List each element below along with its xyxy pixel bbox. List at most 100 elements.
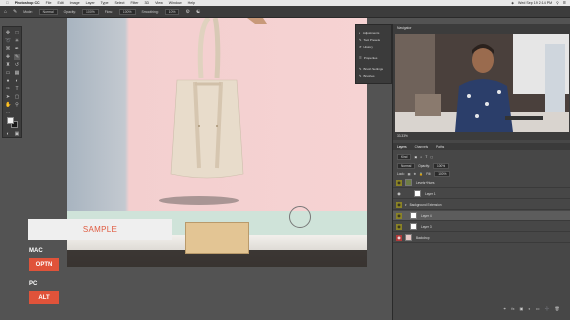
menu-window[interactable]: Window	[169, 1, 182, 5]
lock-pixels-icon[interactable]: ▦	[408, 172, 411, 176]
adjustment-layer-icon[interactable]: ◐	[528, 306, 530, 311]
folder-icon[interactable]: ▾	[405, 203, 407, 207]
navigator-tab[interactable]: Navigator	[397, 26, 412, 30]
layer-name: Levels+Hues	[416, 180, 435, 185]
layer-row[interactable]: ◉ Layer 1	[393, 189, 570, 199]
foreground-color-swatch[interactable]	[7, 117, 14, 124]
airbrush-icon[interactable]: ☯	[196, 9, 200, 15]
menu-edit[interactable]: Edit	[57, 1, 63, 5]
blend-row: Normal Opacity: 100%	[397, 163, 450, 169]
eye-icon[interactable]: ◉	[396, 223, 402, 230]
eyedropper-tool-icon[interactable]: ✒	[14, 46, 20, 52]
stamp-tool-icon[interactable]: ♜	[5, 62, 11, 68]
menu-icon[interactable]: ☰	[563, 1, 566, 5]
home-icon[interactable]: ⌂	[4, 9, 7, 15]
layer-row[interactable]: ◉ Backdrop	[393, 233, 570, 243]
lock-all-icon[interactable]: 🔒	[419, 172, 423, 176]
menu-view[interactable]: View	[155, 1, 163, 5]
panel-adjustments[interactable]: ◐ Adjustments	[359, 31, 379, 35]
menu-3d[interactable]: 3D	[144, 1, 149, 5]
crop-tool-icon[interactable]: ⌘	[5, 46, 11, 52]
shape-tool-icon[interactable]: ▢	[14, 94, 20, 100]
trash-icon[interactable]: 🗑	[554, 306, 559, 311]
link-layers-icon[interactable]: ⚭	[503, 306, 506, 311]
panel-properties[interactable]: ☰ Properties	[359, 56, 377, 60]
eraser-tool-icon[interactable]: ▭	[5, 70, 11, 76]
apple-icon[interactable]: 	[6, 1, 9, 5]
tab-channels[interactable]: Channels	[415, 145, 428, 149]
panel-tool-presets[interactable]: ✎ Tool Presets	[359, 38, 380, 42]
move-tool-icon[interactable]: ✥	[5, 30, 11, 36]
eye-icon[interactable]: ◉	[396, 234, 402, 241]
fill-field[interactable]: 100%	[434, 171, 451, 177]
layer-row-selected[interactable]: ◉ Layer 4	[393, 211, 570, 221]
fx-icon[interactable]: fx	[511, 306, 514, 311]
zoom-tool-icon[interactable]: ⚲	[14, 102, 20, 108]
lasso-tool-icon[interactable]: ➰	[5, 38, 11, 44]
menu-layer[interactable]: Layer	[86, 1, 95, 5]
search-icon[interactable]: ⚲	[556, 1, 559, 5]
panel-brush-settings[interactable]: ✎ Brush Settings	[359, 67, 383, 71]
menu-file[interactable]: File	[46, 1, 52, 5]
quick-mask-icon[interactable]: ◐	[5, 131, 11, 137]
type-tool-icon[interactable]: T	[14, 86, 20, 92]
panel-label: Adjustments	[362, 31, 380, 35]
add-mask-icon[interactable]: ▣	[519, 306, 523, 311]
brushes-icon: ✎	[359, 74, 362, 78]
more-tools-icon[interactable]: ⋯	[5, 110, 11, 116]
layer-group-row[interactable]: ◉ ▾ Background Extension	[393, 200, 570, 210]
opacity-label: Opacity:	[63, 9, 77, 14]
tab-layers[interactable]: Layers	[397, 145, 407, 149]
menu-app[interactable]: Photoshop CC	[15, 1, 40, 5]
hand-tool-icon[interactable]: ✋	[5, 102, 11, 108]
smoothing-field[interactable]: 10%	[164, 8, 180, 15]
eye-icon[interactable]: ◉	[396, 179, 402, 186]
layer-row[interactable]: ◉ Levels+Hues	[393, 178, 570, 188]
menu-help[interactable]: Help	[188, 1, 195, 5]
flow-field[interactable]: 100%	[118, 8, 136, 15]
menu-image[interactable]: Image	[70, 1, 80, 5]
eye-icon[interactable]: ◉	[396, 191, 402, 197]
filter-type-icon[interactable]: T	[425, 155, 427, 159]
new-layer-icon[interactable]: ➕	[544, 306, 549, 311]
panel-history[interactable]: ↺ History	[359, 45, 373, 49]
layer-name: Backdrop	[416, 235, 430, 240]
panel-brushes[interactable]: ✎ Brushes	[359, 74, 375, 78]
brush-preset-icon[interactable]: ✎	[13, 9, 17, 15]
layer-opacity-field[interactable]: 100%	[432, 163, 450, 169]
layer-filter-row: Kind ▣ ◐ T ▢	[397, 154, 433, 160]
menu-select[interactable]: Select	[114, 1, 124, 5]
brush-tool-icon[interactable]: ✎	[14, 54, 20, 60]
path-select-tool-icon[interactable]: ➤	[5, 94, 11, 100]
menu-type[interactable]: Type	[101, 1, 109, 5]
marquee-tool-icon[interactable]: □	[14, 30, 20, 36]
wifi-icon[interactable]: ◈	[511, 1, 514, 5]
menu-filter[interactable]: Filter	[130, 1, 138, 5]
opacity-field[interactable]: 100%	[82, 8, 99, 15]
blend-mode-select[interactable]: Normal	[397, 163, 416, 169]
filter-adjust-icon[interactable]: ◐	[420, 155, 422, 159]
history-brush-icon[interactable]: ↺	[14, 62, 20, 68]
gradient-tool-icon[interactable]: ▦	[14, 70, 20, 76]
zoom-level[interactable]: 33.33%	[397, 134, 408, 138]
gear-icon[interactable]: ⚙	[185, 9, 189, 15]
quick-select-tool-icon[interactable]: ✳	[14, 38, 20, 44]
mode-select[interactable]: Normal	[38, 8, 58, 15]
dodge-tool-icon[interactable]: ◐	[14, 78, 20, 84]
panel-label: Brushes	[363, 74, 375, 78]
lock-position-icon[interactable]: ✥	[414, 172, 417, 176]
blur-tool-icon[interactable]: ●	[5, 78, 11, 84]
filter-shape-icon[interactable]: ▢	[430, 155, 433, 159]
eye-icon[interactable]: ◉	[396, 212, 402, 219]
healing-tool-icon[interactable]: ✚	[5, 54, 11, 60]
new-group-icon[interactable]: ▭	[536, 306, 540, 311]
tab-paths[interactable]: Paths	[436, 145, 444, 149]
screen-mode-icon[interactable]: ▣	[14, 131, 20, 137]
layer-row[interactable]: ◉ Layer 3	[393, 222, 570, 232]
kind-filter-select[interactable]: Kind	[397, 154, 412, 160]
clock[interactable]: Wed Sep 19 2:14 PM	[518, 1, 552, 5]
filter-image-icon[interactable]: ▣	[414, 155, 417, 159]
navigator-thumbnail[interactable]	[395, 34, 569, 132]
eye-icon[interactable]: ◉	[396, 201, 402, 208]
pen-tool-icon[interactable]: ✑	[5, 86, 11, 92]
